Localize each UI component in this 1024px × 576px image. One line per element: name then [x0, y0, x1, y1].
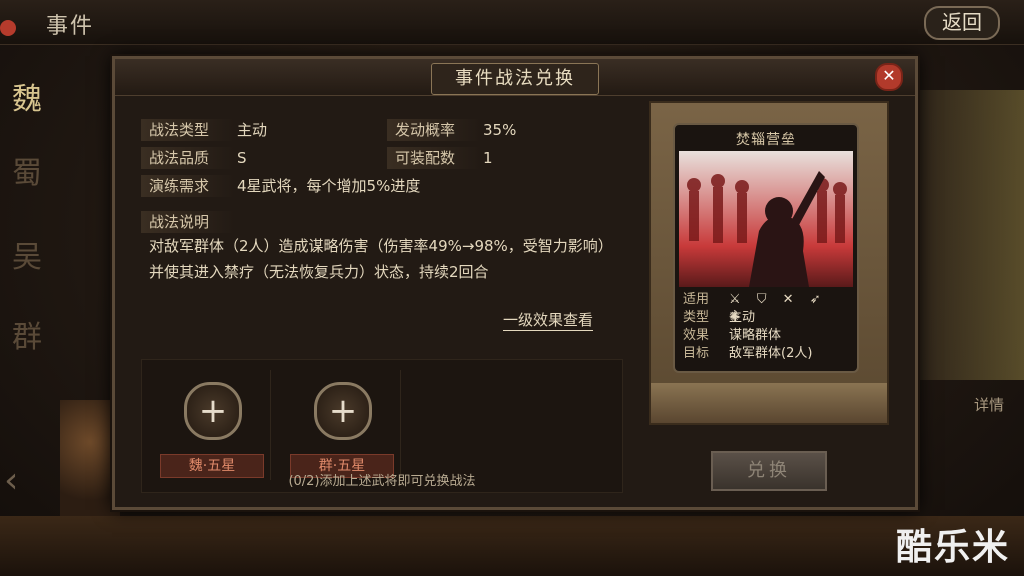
attr-key: 效果 [683, 328, 710, 343]
tactic-type-label: 战法类型 [141, 119, 235, 141]
tactic-quality-label: 战法品质 [141, 147, 235, 169]
description-text: 对敌军群体（2人）造成谋略伤害（伤害率49%→98%，受智力影响）并使其进入禁疗… [149, 237, 613, 281]
equip-count-label: 可装配数 [387, 147, 481, 169]
tactic-quality-value: S [237, 149, 247, 167]
general-slot-wei[interactable]: + 魏·五星 [152, 370, 271, 480]
trigger-rate-label: 发动概率 [387, 119, 481, 141]
tactic-card-frame: 焚辎营垒 适用 ⚔ ⛉ ✕ ➶ ✺ 类型 主动 效果 谋略群体 目标 敌军群体(… [649, 101, 889, 425]
attr-key: 类型 [683, 310, 710, 325]
general-slots: + 魏·五星 + 群·五星 (0/2)添加上述武将即可兑换战法 [141, 359, 623, 493]
watermark-logo: 酷乐米 [895, 527, 1010, 568]
left-arrow-icon[interactable]: ‹ [4, 460, 18, 501]
attr-value: 谋略群体 [729, 328, 782, 343]
faction-tab-wei[interactable]: 魏 [12, 74, 42, 118]
exchange-hint: (0/2)添加上述武将即可兑换战法 [288, 474, 476, 489]
attr-row: 类型 主动 [681, 309, 851, 327]
trigger-rate-value: 35% [483, 121, 517, 139]
scroll-bottom [651, 383, 887, 423]
tactic-type-value: 主动 [237, 121, 268, 139]
detail-link[interactable]: 详情 [974, 394, 1004, 415]
attr-row: 效果 谋略群体 [681, 327, 851, 345]
back-button[interactable]: 返回 [924, 6, 1000, 40]
attr-key: 目标 [683, 346, 710, 361]
info-row: 战法类型 主动 发动概率 35% [141, 119, 621, 143]
attr-key: 适用 [683, 292, 710, 307]
faction-tab-wu[interactable]: 吴 [12, 232, 42, 276]
top-bar: 事件 返回 [0, 0, 1024, 45]
description-label: 战法说明 [141, 211, 235, 233]
effect-view-link[interactable]: 一级效果查看 [503, 309, 594, 331]
dialog-header: 事件战法兑换 ✕ [115, 59, 915, 96]
info-row: 演练需求 4星武将，每个增加5%进度 [141, 175, 621, 199]
tactic-name: 焚辎营垒 [736, 132, 796, 148]
faction-tab-shu[interactable]: 蜀 [12, 148, 42, 192]
attr-row: 适用 ⚔ ⛉ ✕ ➶ ✺ [681, 291, 851, 325]
background-panel [914, 90, 1024, 380]
plus-icon: + [198, 391, 228, 431]
training-value: 4星武将，每个增加5%进度 [237, 177, 421, 195]
page-title: 事件 [46, 14, 95, 39]
add-general-button[interactable]: + [184, 382, 242, 440]
plus-icon: + [328, 391, 358, 431]
tactic-artwork [679, 151, 853, 287]
info-row: 战法品质 S 可装配数 1 [141, 147, 621, 171]
exchange-button[interactable]: 兑换 [711, 451, 827, 491]
artwork-illustration [687, 171, 847, 287]
attr-value: 敌军群体(2人) [729, 346, 813, 361]
training-label: 演练需求 [141, 175, 235, 197]
faction-tab-qun[interactable]: 群 [12, 312, 42, 356]
add-general-button[interactable]: + [314, 382, 372, 440]
notification-dot [0, 20, 16, 36]
close-button[interactable]: ✕ [875, 63, 903, 91]
bottom-strip [0, 516, 1024, 576]
general-slot-qun[interactable]: + 群·五星 [282, 370, 401, 480]
general-portrait [60, 400, 120, 520]
equip-count-value: 1 [483, 149, 493, 167]
tactic-exchange-dialog: 事件战法兑换 ✕ 战法类型 主动 发动概率 35% 战法品质 S 可装配数 1 … [112, 56, 918, 510]
tactic-card: 焚辎营垒 适用 ⚔ ⛉ ✕ ➶ ✺ 类型 主动 效果 谋略群体 目标 敌军群体(… [673, 123, 859, 373]
attr-value: 主动 [729, 310, 756, 325]
attr-row: 目标 敌军群体(2人) [681, 345, 851, 363]
dialog-title: 事件战法兑换 [431, 63, 599, 95]
